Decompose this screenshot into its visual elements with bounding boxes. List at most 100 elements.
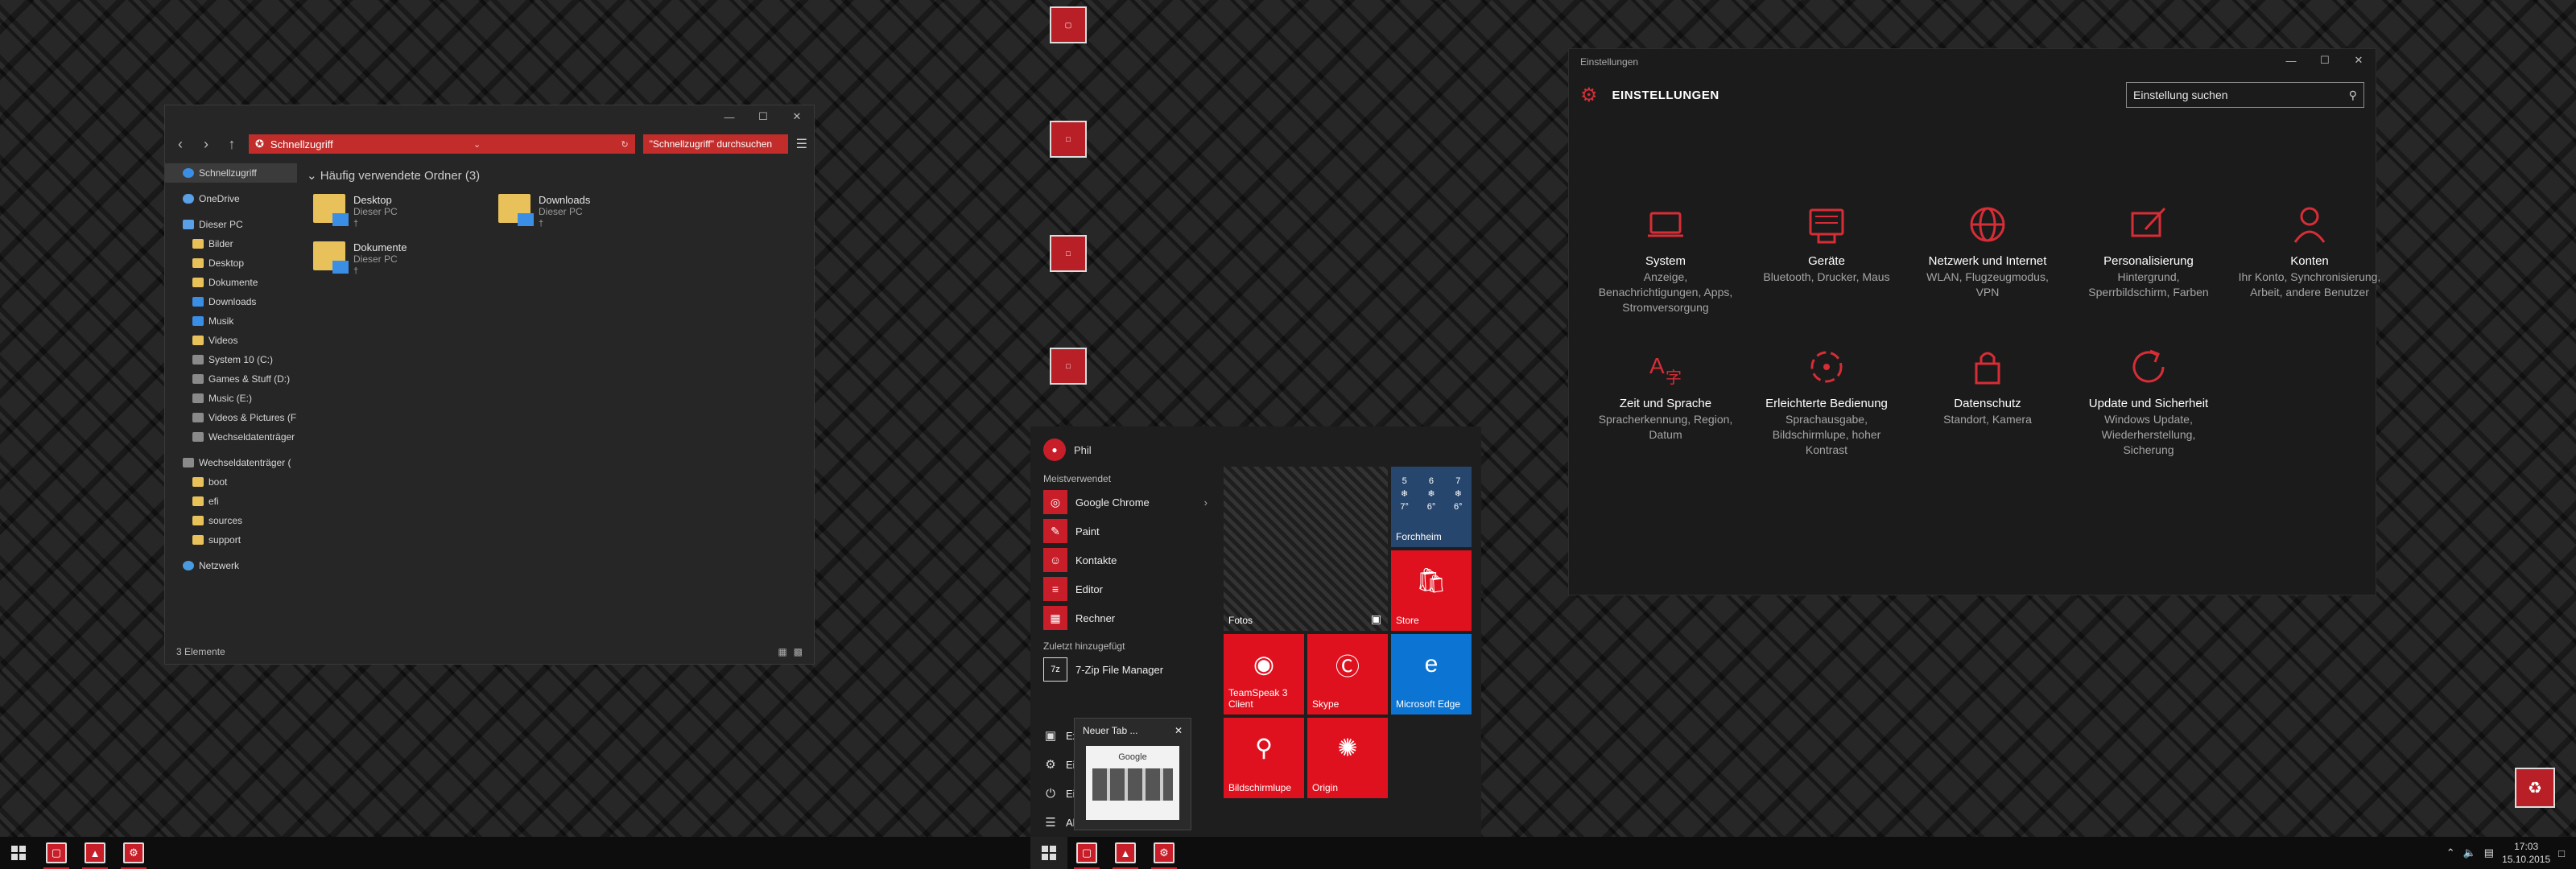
nav-item[interactable]: Videos & Pictures (F bbox=[165, 408, 297, 427]
minimize-button[interactable]: — bbox=[2274, 49, 2308, 72]
back-arrow-icon[interactable]: ‹ bbox=[171, 136, 189, 153]
taskbar-app-explorer[interactable]: ▢ bbox=[37, 837, 76, 869]
update-icon bbox=[2126, 344, 2171, 389]
address-bar[interactable]: ✪ Schnellzugriff ⌄ ↻ bbox=[249, 134, 635, 154]
nav-item[interactable]: Downloads bbox=[165, 292, 297, 311]
chevron-up-icon[interactable]: ⌃ bbox=[2446, 846, 2455, 859]
nav-item[interactable]: sources bbox=[165, 511, 297, 530]
nav-item[interactable]: Musik bbox=[165, 311, 297, 331]
start-app-item[interactable]: ✎ Paint bbox=[1030, 517, 1216, 546]
tile-magnifier[interactable]: ⚲ Bildschirmlupe bbox=[1224, 718, 1304, 798]
maximize-button[interactable]: ☐ bbox=[2308, 49, 2342, 72]
tile-weather[interactable]: 5 ❄ 7° 6 ❄ 6° 7 ❄ 6° Forchheim bbox=[1391, 467, 1472, 547]
nav-item-label: Wechseldatenträger ( bbox=[199, 457, 291, 468]
tiles-view-icon[interactable]: ▩ bbox=[794, 646, 803, 657]
tile-origin[interactable]: ✺ Origin bbox=[1307, 718, 1388, 798]
drive-icon bbox=[192, 413, 204, 422]
nav-item[interactable]: System 10 (C:) bbox=[165, 350, 297, 369]
content-pane: ⌄ Häufig verwendete Ordner (3) Desktop Di… bbox=[297, 163, 814, 640]
minimize-button[interactable]: — bbox=[712, 105, 746, 128]
maximize-button[interactable]: ☐ bbox=[746, 105, 780, 128]
nav-item[interactable]: support bbox=[165, 530, 297, 550]
start-app-item[interactable]: ◎ Google Chrome › bbox=[1030, 488, 1216, 517]
recycle-bin-icon[interactable]: ♻ bbox=[2515, 768, 2555, 808]
chevron-right-icon[interactable]: › bbox=[1204, 496, 1216, 509]
refresh-icon[interactable]: ↻ bbox=[621, 139, 628, 150]
close-icon[interactable]: ✕ bbox=[1174, 725, 1183, 736]
windows-logo-icon[interactable] bbox=[0, 837, 37, 869]
settings-category-accounts[interactable]: Konten Ihr Konto, Synchronisierung, Arbei… bbox=[2229, 202, 2390, 315]
settings-category-privacy-lock[interactable]: Datenschutz Standort, Kamera bbox=[1907, 344, 2068, 458]
settings-category-system[interactable]: System Anzeige, Benachrichtigungen, Apps,… bbox=[1585, 202, 1746, 315]
settings-category-time-language[interactable]: A 字 Zeit und Sprache Spracherkennung, Regio… bbox=[1585, 344, 1746, 458]
explorer-icon: ▢ bbox=[1076, 842, 1097, 863]
tile-store[interactable]: 🛍 Store bbox=[1391, 550, 1472, 631]
menu-icon[interactable]: ☰ bbox=[796, 136, 807, 152]
accounts-icon bbox=[2287, 202, 2332, 247]
settings-category-personalization[interactable]: Personalisierung Hintergrund, Sperrbildsc… bbox=[2068, 202, 2229, 315]
settings-category-network-globe[interactable]: Netzwerk und Internet WLAN, Flugzeugmodus… bbox=[1907, 202, 2068, 315]
taskbar-left: ▢ ▲ ⚙ bbox=[0, 837, 1030, 869]
search-input[interactable]: "Schnellzugriff" durchsuchen bbox=[642, 134, 788, 154]
details-view-icon[interactable]: ▦ bbox=[778, 646, 786, 657]
nav-item[interactable]: Dokumente bbox=[165, 273, 297, 292]
tile-fotos[interactable]: Fotos ▣ bbox=[1224, 467, 1388, 631]
taskbar-app-settings[interactable]: ⚙ bbox=[1145, 837, 1183, 869]
settings-category-desc: Windows Update, Wiederherstellung, Siche… bbox=[2101, 413, 2196, 456]
nav-item[interactable]: OneDrive bbox=[165, 189, 297, 208]
close-button[interactable]: ✕ bbox=[2342, 49, 2376, 72]
forward-arrow-icon[interactable]: › bbox=[197, 136, 215, 153]
weather-temp: 7° bbox=[1400, 502, 1409, 512]
nav-item[interactable]: Wechseldatenträger bbox=[165, 427, 297, 447]
settings-category-update[interactable]: Update und Sicherheit Windows Update, Wie… bbox=[2068, 344, 2229, 458]
network-icon[interactable]: ▤ bbox=[2484, 846, 2494, 859]
volume-icon[interactable]: 🔈 bbox=[2463, 846, 2476, 859]
desktop-shortcut-icon[interactable]: □ bbox=[1050, 235, 1087, 272]
nav-item[interactable]: Schnellzugriff bbox=[165, 163, 297, 183]
close-button[interactable]: ✕ bbox=[780, 105, 814, 128]
up-arrow-icon[interactable]: ↑ bbox=[223, 136, 241, 153]
taskbar-app-browser[interactable]: ▲ bbox=[1106, 837, 1145, 869]
nav-item[interactable]: Dieser PC bbox=[165, 215, 297, 234]
folder-item[interactable]: Downloads Dieser PC † bbox=[498, 194, 683, 230]
nav-item[interactable]: boot bbox=[165, 472, 297, 492]
nav-item[interactable]: Videos bbox=[165, 331, 297, 350]
nav-item[interactable]: Bilder bbox=[165, 234, 297, 253]
desktop-shortcut-icon[interactable]: □ bbox=[1050, 348, 1087, 385]
tile-label: Skype bbox=[1312, 698, 1340, 710]
nav-item[interactable]: Music (E:) bbox=[165, 389, 297, 408]
start-app-item[interactable]: ▦ Rechner bbox=[1030, 603, 1216, 632]
nav-item[interactable]: Desktop bbox=[165, 253, 297, 273]
taskbar-app-settings[interactable]: ⚙ bbox=[114, 837, 153, 869]
notifications-icon[interactable]: □ bbox=[2558, 847, 2565, 859]
start-app-item[interactable]: ≡ Editor bbox=[1030, 575, 1216, 603]
windows-logo-icon[interactable] bbox=[1030, 837, 1067, 869]
taskbar-app-explorer[interactable]: ▢ bbox=[1067, 837, 1106, 869]
group-header[interactable]: ⌄ Häufig verwendete Ordner (3) bbox=[297, 163, 814, 187]
start-app-item[interactable]: ☺ Kontakte bbox=[1030, 546, 1216, 575]
address-text: Schnellzugriff bbox=[270, 138, 333, 150]
settings-search-input[interactable]: Einstellung suchen ⚲ bbox=[2126, 82, 2364, 108]
most-used-list: ◎ Google Chrome › ✎ Paint ☺ Kontakte ≡ Editor ▦ Re… bbox=[1030, 488, 1216, 632]
nav-item[interactable]: Games & Stuff (D:) bbox=[165, 369, 297, 389]
nav-item[interactable]: efi bbox=[165, 492, 297, 511]
nav-item[interactable]: Netzwerk bbox=[165, 556, 297, 575]
taskbar-app-browser[interactable]: ▲ bbox=[76, 837, 114, 869]
settings-category-devices[interactable]: Geräte Bluetooth, Drucker, Maus bbox=[1746, 202, 1907, 315]
folder-meta: Desktop Dieser PC † bbox=[353, 194, 398, 230]
tile-edge[interactable]: e Microsoft Edge bbox=[1391, 634, 1472, 715]
nav-item[interactable]: Wechseldatenträger ( bbox=[165, 453, 297, 472]
desktop-shortcut-icon[interactable]: ▢ bbox=[1050, 6, 1087, 43]
folder-item[interactable]: Dokumente Dieser PC † bbox=[313, 241, 498, 278]
tile-teamspeak[interactable]: ◉ TeamSpeak 3 Client bbox=[1224, 634, 1304, 715]
folder-item[interactable]: Desktop Dieser PC † bbox=[313, 194, 498, 230]
user-account[interactable]: ● Phil bbox=[1030, 434, 1216, 465]
clock[interactable]: 17:03 15.10.2015 bbox=[2502, 840, 2550, 866]
start-app-item[interactable]: 7z 7-Zip File Manager bbox=[1030, 655, 1216, 684]
tile-skype[interactable]: Ⓒ Skype bbox=[1307, 634, 1388, 715]
zip-icon: 7z bbox=[1043, 657, 1067, 682]
taskbar-thumbnail-preview[interactable]: Neuer Tab ... ✕ Google bbox=[1074, 718, 1191, 830]
settings-category-ease-of-access[interactable]: Erleichterte Bedienung Sprachausgabe, Bil… bbox=[1746, 344, 1907, 458]
chevron-down-icon[interactable]: ⌄ bbox=[473, 139, 481, 150]
desktop-shortcut-icon[interactable]: □ bbox=[1050, 121, 1087, 158]
